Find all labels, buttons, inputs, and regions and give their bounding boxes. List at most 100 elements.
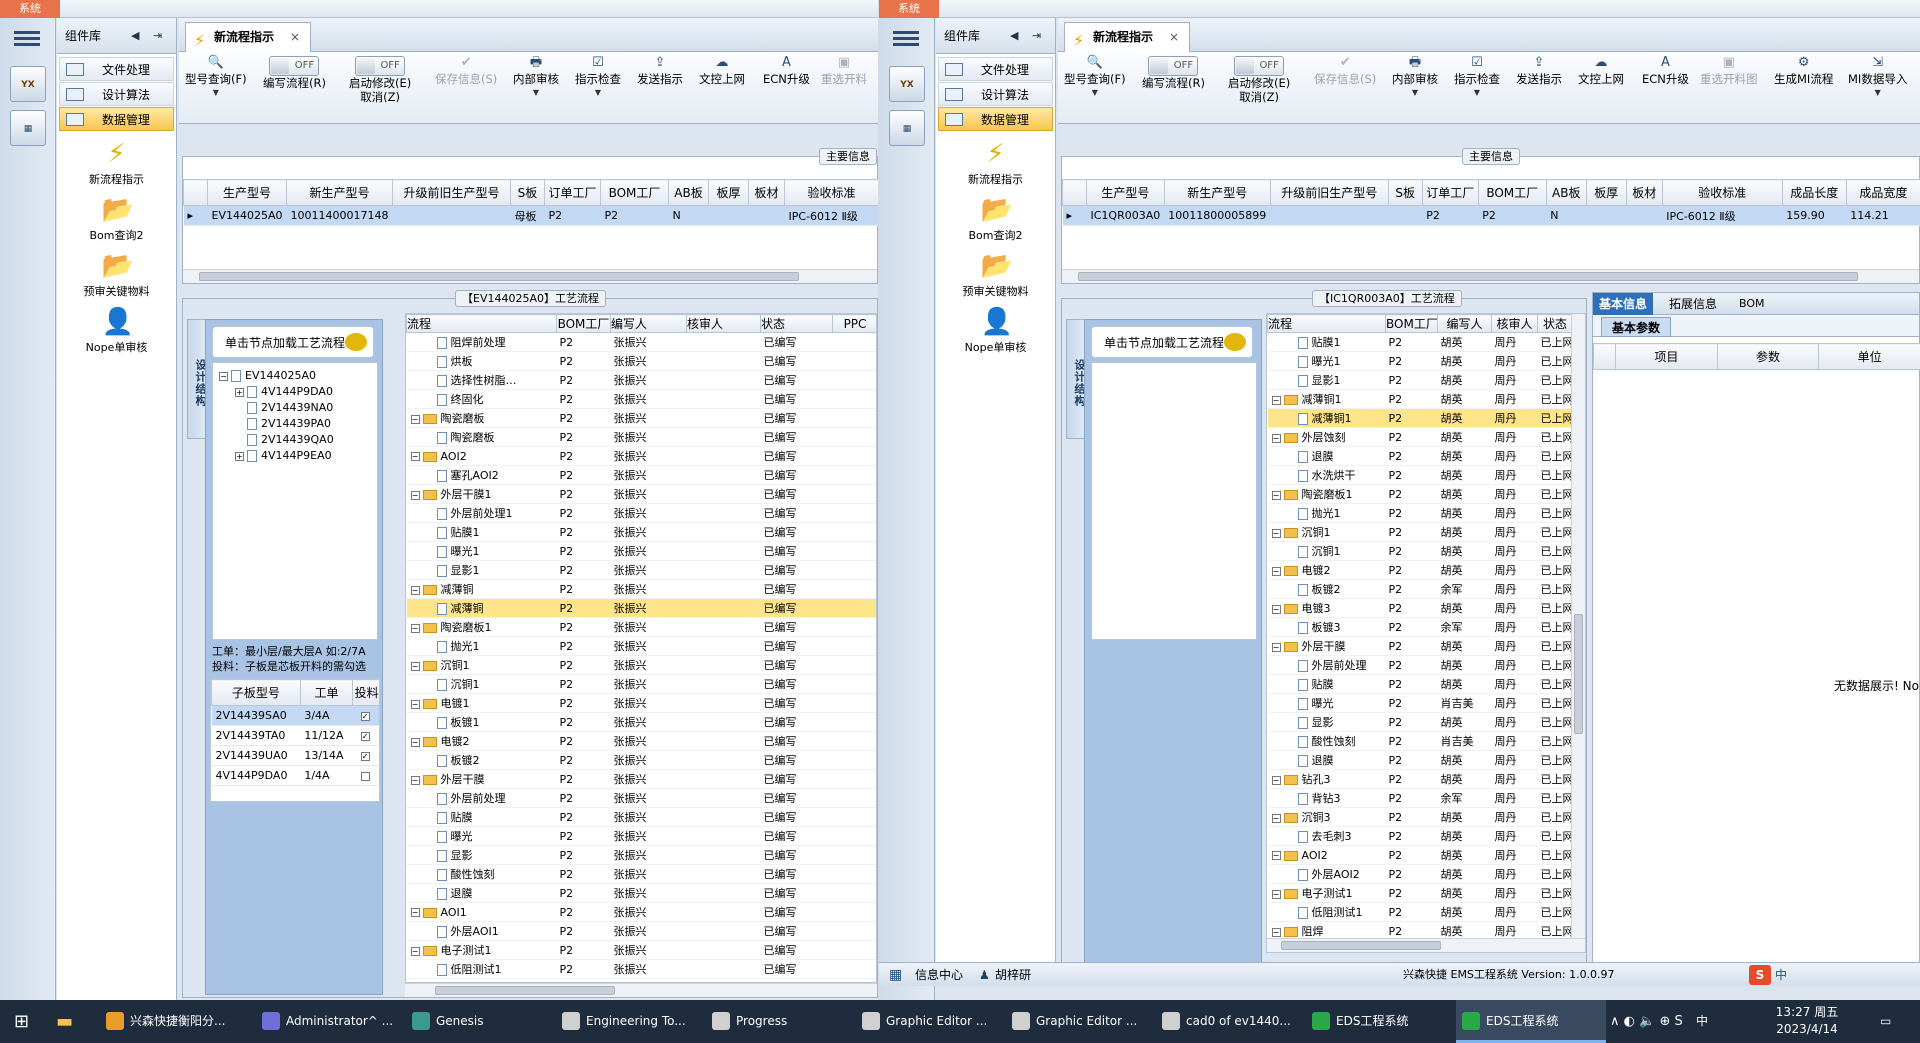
column-header[interactable]: 项目 bbox=[1615, 343, 1718, 370]
column-header[interactable]: 流程 bbox=[1267, 314, 1386, 333]
column-header[interactable]: BOM工厂 bbox=[599, 179, 669, 206]
toggle-switch[interactable]: OFF bbox=[355, 56, 406, 76]
upload-button[interactable]: ☁ 文控上网 bbox=[1578, 56, 1624, 87]
start-modify-toggle[interactable]: OFF 启动修改(E) 取消(Z) bbox=[349, 56, 411, 104]
collapse-icon[interactable]: − bbox=[1271, 395, 1281, 405]
tab-extended-info[interactable]: 拓展信息 bbox=[1663, 293, 1723, 315]
collapse-icon[interactable]: − bbox=[410, 452, 420, 461]
column-header[interactable]: BOM工厂 bbox=[556, 314, 611, 333]
taskbar-app[interactable]: cad0 of ev1440... bbox=[1156, 1000, 1306, 1043]
tree-row[interactable]: − 电子测试1 P2 胡英 周丹 已上网 bbox=[1267, 883, 1573, 903]
menu-item-algorithm[interactable]: 设计算法 bbox=[59, 82, 174, 106]
column-header[interactable]: 板厚 bbox=[707, 179, 749, 206]
start-modify-toggle[interactable]: OFF 启动修改(E) 取消(Z) bbox=[1228, 56, 1290, 104]
tree-row[interactable]: 抛光1 P2 张振兴 已编写 bbox=[406, 636, 876, 656]
tree-row[interactable]: − 电镀2 P2 张振兴 已编写 bbox=[406, 731, 876, 751]
collapse-icon[interactable]: − bbox=[219, 371, 228, 381]
expand-icon[interactable]: + bbox=[235, 387, 244, 397]
collapse-icon[interactable]: − bbox=[410, 414, 420, 424]
tree-row[interactable]: 烘板 P2 张振兴 已编写 bbox=[406, 351, 876, 371]
tool-bom-query[interactable]: 📂 Bom查询2 bbox=[936, 195, 1055, 243]
tree-row[interactable]: − 沉铜1 P2 张振兴 已编写 bbox=[406, 655, 876, 675]
checkbox[interactable]: ✓ bbox=[352, 745, 379, 766]
scrollbar-thumb[interactable] bbox=[199, 272, 799, 281]
notification-icon[interactable]: ▭ bbox=[1870, 1000, 1910, 1043]
menu-item-data[interactable]: 数据管理 bbox=[59, 107, 174, 131]
column-header[interactable]: 订单工厂 bbox=[543, 179, 601, 206]
tree-row[interactable]: 贴膜1 P2 张振兴 已编写 bbox=[406, 522, 876, 542]
checkbox[interactable] bbox=[352, 765, 379, 786]
tree-row[interactable]: 外层AOI1 P2 张振兴 已编写 bbox=[406, 921, 876, 941]
reselect-button[interactable]: ▣ 重选开料图 bbox=[1700, 56, 1758, 87]
taskbar-app[interactable]: Graphic Editor ... bbox=[856, 1000, 1006, 1043]
collapse-icon[interactable]: − bbox=[1271, 604, 1281, 614]
tree-row[interactable]: − 电镀1 P2 张振兴 已编写 bbox=[406, 693, 876, 713]
collapse-icon[interactable]: − bbox=[1271, 433, 1281, 443]
tree-row[interactable]: 板镀3 P2 余军 周丹 已上网 bbox=[1267, 617, 1573, 637]
vertical-scrollbar[interactable] bbox=[1571, 314, 1585, 938]
tree-row[interactable]: 陶瓷磨板 P2 张振兴 已编写 bbox=[406, 427, 876, 447]
tree-row[interactable]: − AOI2 P2 胡英 周丹 已上网 bbox=[1267, 845, 1573, 865]
check-icon[interactable]: ✓ bbox=[360, 711, 370, 721]
clock[interactable]: 13:27 周五 2023/4/14 bbox=[1752, 1004, 1862, 1038]
tree-row[interactable]: 贴膜 P2 胡英 周丹 已上网 bbox=[1267, 674, 1573, 694]
ecn-upgrade-button[interactable]: A ECN升级 bbox=[1642, 56, 1689, 87]
collapse-icon[interactable]: − bbox=[1271, 642, 1281, 652]
taskbar-app[interactable]: Graphic Editor ... bbox=[1006, 1000, 1156, 1043]
column-header[interactable]: 新生产型号 bbox=[286, 179, 393, 206]
tree-row[interactable]: 板镀2 P2 张振兴 已编写 bbox=[406, 750, 876, 770]
collapse-icon[interactable]: − bbox=[1271, 775, 1281, 785]
column-header[interactable]: 升级前旧生产型号 bbox=[391, 179, 511, 206]
tree-row[interactable]: − 沉铜3 P2 胡英 周丹 已上网 bbox=[1267, 807, 1573, 827]
tree-row[interactable]: 外层前处理 P2 张振兴 已编写 bbox=[406, 788, 876, 808]
tree-row[interactable]: 终固化 P2 张振兴 已编写 bbox=[406, 389, 876, 409]
taskbar-app[interactable]: EDS工程系统 bbox=[1456, 1000, 1606, 1043]
table-row[interactable]: 2V14439UA0 13/14A ✓ bbox=[211, 745, 379, 766]
column-header[interactable]: 核审人 bbox=[1491, 314, 1538, 333]
horizontal-scrollbar[interactable] bbox=[1062, 269, 1919, 283]
tray-icons[interactable]: ∧ ◐ 🔈 ⊕ S bbox=[1610, 1000, 1690, 1043]
column-header[interactable]: 板材 bbox=[747, 179, 785, 206]
reselect-button[interactable]: ▣ 重选开料 bbox=[821, 56, 867, 87]
collapse-icon[interactable]: − bbox=[1271, 813, 1281, 823]
windows-start-icon[interactable]: ⊞ bbox=[0, 1000, 46, 1043]
file-explorer-icon[interactable]: ▬ bbox=[48, 1000, 88, 1043]
column-header[interactable]: 订单工厂 bbox=[1421, 179, 1479, 206]
column-header[interactable]: 升级前旧生产型号 bbox=[1269, 179, 1389, 206]
tab-new-flow[interactable]: ⚡ 新流程指示 × bbox=[185, 22, 312, 52]
table-row[interactable]: 2V14439SA0 3/4A ✓ bbox=[211, 705, 379, 726]
tree-row[interactable]: − 外层蚀刻 P2 胡英 周丹 已上网 bbox=[1267, 427, 1573, 447]
collapse-icon[interactable]: − bbox=[1271, 851, 1281, 860]
app-logo-icon[interactable]: YX bbox=[889, 66, 925, 102]
tree-root-node[interactable]: − EV144025A0 bbox=[219, 369, 371, 382]
column-header[interactable]: PPC bbox=[832, 314, 876, 333]
taskbar-app[interactable]: EDS工程系统 bbox=[1306, 1000, 1456, 1043]
tab-basic-info[interactable]: 基本信息 bbox=[1593, 293, 1654, 315]
tree-row[interactable]: 沉铜1 P2 胡英 周丹 已上网 bbox=[1267, 541, 1573, 561]
upload-button[interactable]: ☁ 文控上网 bbox=[699, 56, 745, 87]
tree-node[interactable]: 2V14439QA0 bbox=[219, 433, 371, 446]
expand-icon[interactable]: + bbox=[235, 451, 244, 461]
toggle-switch[interactable]: OFF bbox=[269, 56, 320, 76]
tool-nope-review[interactable]: 👤 Nope单审核 bbox=[57, 307, 176, 355]
column-header[interactable]: 子板型号 bbox=[211, 679, 301, 706]
tab-basic-params[interactable]: 基本参数 bbox=[1601, 317, 1672, 337]
tree-row[interactable]: − 减薄铜 P2 张振兴 已编写 bbox=[406, 579, 876, 599]
table-row[interactable]: 2V14439TA0 11/12A ✓ bbox=[211, 725, 379, 746]
ime-indicator[interactable]: 中 bbox=[1696, 1000, 1720, 1043]
column-header[interactable]: 状态 bbox=[1537, 314, 1573, 333]
tree-row[interactable]: − 电镀3 P2 胡英 周丹 已上网 bbox=[1267, 598, 1573, 618]
close-icon[interactable]: × bbox=[290, 30, 300, 44]
tree-row[interactable]: 退膜 P2 胡英 周丹 已上网 bbox=[1267, 446, 1573, 466]
tree-row[interactable]: − 陶瓷磨板1 P2 张振兴 已编写 bbox=[406, 617, 876, 637]
tree-row[interactable]: 显影 P2 胡英 周丹 已上网 bbox=[1267, 712, 1573, 732]
tree-row[interactable]: 贴膜 P2 张振兴 已编写 bbox=[406, 807, 876, 827]
collapse-icon[interactable]: − bbox=[1271, 889, 1281, 899]
column-header[interactable]: AB板 bbox=[1545, 179, 1587, 206]
tree-row[interactable]: − 钻孔3 P2 胡英 周丹 已上网 bbox=[1267, 769, 1573, 789]
tree-row[interactable]: 低阻测试1 P2 张振兴 已编写 bbox=[406, 959, 876, 979]
import-mi-button[interactable]: ⇲ MI数据导入 ▼ bbox=[1848, 56, 1907, 100]
tree-row[interactable]: 塞孔AOI2 P2 张振兴 已编写 bbox=[406, 465, 876, 485]
taskbar-app[interactable]: 兴森快捷衡阳分... bbox=[100, 1000, 250, 1043]
instruction-check-button[interactable]: ☑ 指示检查 ▼ bbox=[1454, 56, 1500, 100]
